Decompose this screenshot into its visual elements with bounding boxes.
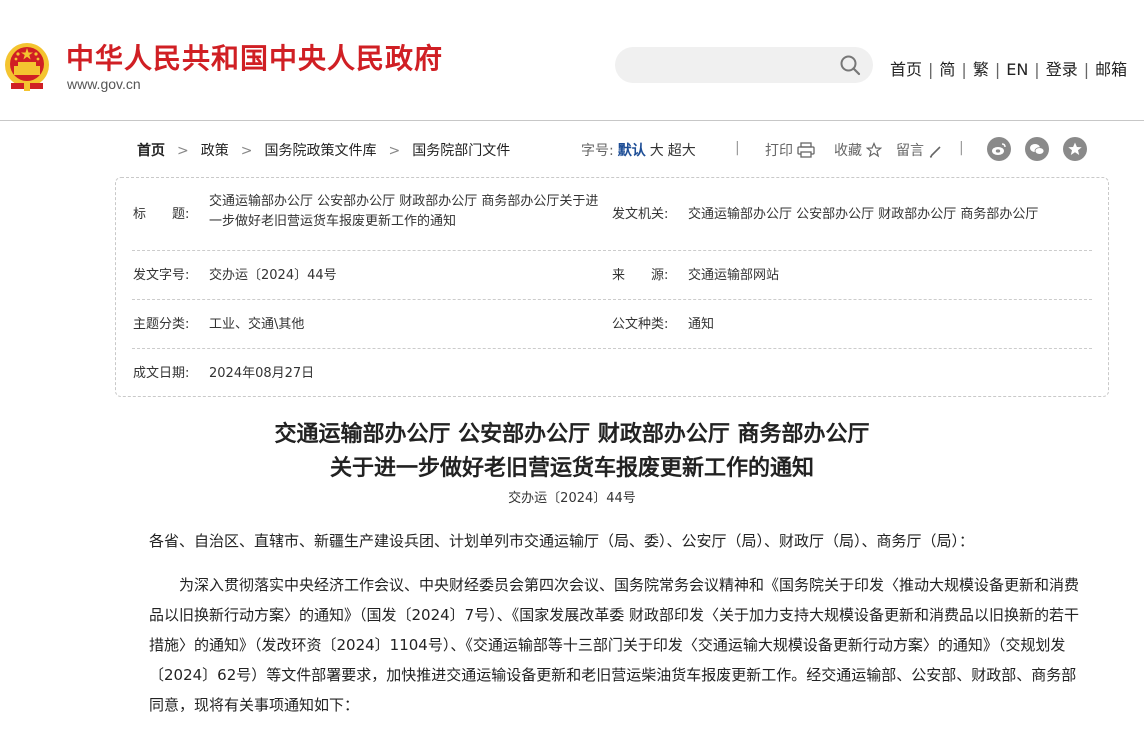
site-domain: www.gov.cn (67, 76, 141, 92)
top-link-traditional[interactable]: 繁 (973, 60, 989, 79)
star-icon (1068, 142, 1082, 155)
breadcrumb-home[interactable]: 首页 (137, 143, 165, 159)
font-size-control: 字号: 默认大超大 (581, 140, 696, 160)
meta-issuer-value: 交通运输部办公厅 公安部办公厅 财政部办公厅 商务部办公厅 (688, 207, 1039, 222)
toolbar-separator: | (959, 140, 964, 156)
meta-row-divider (132, 250, 1092, 251)
toolbar-separator: | (735, 140, 740, 156)
meta-title-value: 交通运输部办公厅 公安部办公厅 财政部办公厅 商务部办公厅关于进一步做好老旧营运… (209, 194, 599, 229)
top-link-mail[interactable]: 邮箱 (1095, 60, 1127, 79)
breadcrumb: 首页 > 政策 > 国务院政策文件库 > 国务院部门文件 (137, 140, 510, 160)
top-link-separator: | (1083, 60, 1090, 79)
meta-row-divider (132, 299, 1092, 300)
meta-date-label: 成文日期: (133, 366, 190, 381)
favorite-label: 收藏 (834, 143, 862, 159)
top-link-separator: | (1034, 60, 1040, 79)
national-emblem-icon[interactable] (3, 40, 51, 92)
favorite-button[interactable]: 收藏 (834, 140, 883, 160)
comment-button[interactable]: 留言 (896, 140, 942, 160)
meta-row-divider (132, 348, 1092, 349)
font-size-large[interactable]: 大 (650, 143, 664, 159)
site-title[interactable]: 中华人民共和国中央人民政府 (66, 37, 443, 77)
meta-type-label: 公文种类: (612, 317, 669, 332)
breadcrumb-arrow: > (240, 143, 253, 159)
article-salutation: 各省、自治区、直辖市、新疆生产建设兵团、计划单列市交通运输厅（局、委）、公安厅（… (149, 532, 975, 550)
top-link-english[interactable]: EN (1006, 60, 1028, 79)
breadcrumb-policy[interactable]: 政策 (201, 143, 229, 159)
weibo-share-button[interactable] (987, 137, 1011, 161)
meta-source-label: 来 源: (612, 268, 669, 283)
meta-source-value: 交通运输部网站 (688, 268, 780, 283)
meta-type-value: 通知 (688, 317, 715, 332)
wechat-icon (1030, 144, 1045, 155)
document-metadata: 标 题: 交通运输部办公厅 公安部办公厅 财政部办公厅 商务部办公厅关于进一步做… (115, 177, 1109, 397)
meta-issuer-label: 发文机关: (612, 207, 669, 222)
printer-icon (797, 142, 815, 158)
weibo-icon (992, 143, 1006, 155)
favorites-share-button[interactable] (1063, 137, 1087, 161)
article-title-line2: 关于进一步做好老旧营运货车报废更新工作的通知 (329, 455, 814, 481)
top-link-simplified[interactable]: 简 (939, 60, 955, 79)
meta-docno-label: 发文字号: (133, 268, 190, 283)
article-doc-number: 交办运〔2024〕44号 (508, 491, 636, 506)
search-icon[interactable] (839, 54, 861, 76)
wechat-share-button[interactable] (1025, 137, 1049, 161)
site-header: 中华人民共和国中央人民政府 www.gov.cn 首页 | 简 | 繁 | EN | 登录 | 邮箱 (0, 0, 1144, 121)
top-link-separator: | (928, 60, 934, 79)
top-link-login[interactable]: 登录 (1046, 60, 1078, 79)
meta-topic-value: 工业、交通\其他 (209, 317, 305, 332)
article-paragraph: 为深入贯彻落实中央经济工作会议、中央财经委员会第四次会议、国务院常务会议精神和《… (149, 576, 1080, 714)
meta-docno-value: 交办运〔2024〕44号 (209, 268, 337, 283)
font-size-label: 字号: (581, 143, 614, 159)
meta-topic-label: 主题分类: (133, 317, 190, 332)
top-link-separator: | (994, 60, 1001, 79)
star-icon (865, 141, 883, 158)
meta-date-value: 2024年08月27日 (209, 366, 315, 381)
print-button[interactable]: 打印 (765, 140, 815, 160)
breadcrumb-department-docs[interactable]: 国务院部门文件 (412, 143, 510, 159)
print-label: 打印 (765, 143, 793, 159)
comment-label: 留言 (896, 143, 924, 159)
search-input[interactable] (631, 47, 835, 85)
breadcrumb-policy-library[interactable]: 国务院政策文件库 (264, 143, 376, 159)
article-title-line1: 交通运输部办公厅 公安部办公厅 财政部办公厅 商务部办公厅 (274, 421, 870, 447)
search-box[interactable] (615, 47, 873, 85)
font-size-default[interactable]: 默认 (618, 143, 646, 159)
top-link-home[interactable]: 首页 (890, 60, 922, 79)
header-divider (0, 120, 1144, 121)
breadcrumb-arrow: > (388, 143, 401, 159)
top-link-separator: | (961, 60, 967, 79)
top-links: 首页 | 简 | 繁 | EN | 登录 | 邮箱 (890, 56, 1127, 80)
font-size-xlarge[interactable]: 超大 (668, 143, 696, 159)
meta-title-label: 标 题: (133, 207, 190, 222)
breadcrumb-arrow: > (177, 143, 189, 159)
pencil-icon (929, 146, 941, 158)
